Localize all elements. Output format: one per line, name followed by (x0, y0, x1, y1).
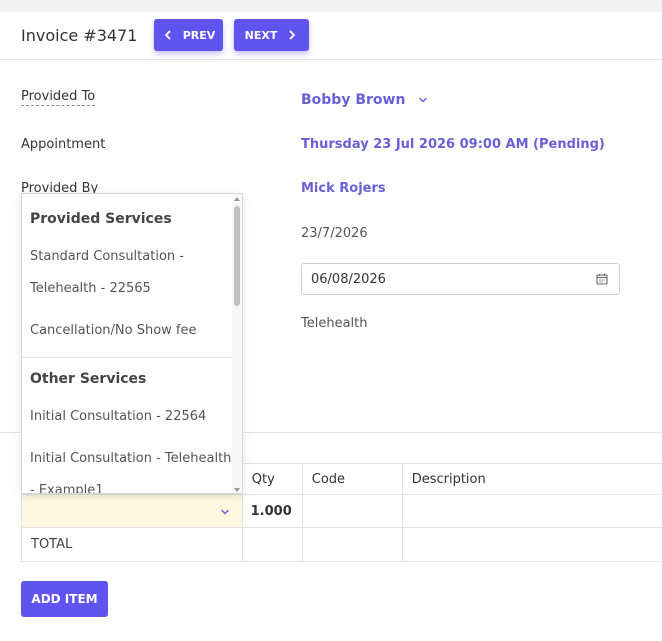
due-date-input[interactable]: 06/08/2026 (311, 272, 386, 287)
prev-button-label: PREV (182, 28, 216, 42)
service-dropdown-menu: Provided Services Standard Consultation … (21, 193, 243, 494)
dropdown-option[interactable]: Standard Consultation - (30, 249, 184, 264)
provided-to-select[interactable]: Bobby Brown (301, 92, 428, 108)
invoice-header: Invoice #3471 PREV NEXT (0, 12, 662, 60)
dropdown-scrollbar[interactable] (232, 194, 242, 493)
column-header-qty: Qty (241, 463, 303, 495)
provided-to-value: Bobby Brown (301, 92, 406, 108)
chevron-right-icon (289, 30, 296, 40)
dropdown-group-header: Other Services (30, 371, 147, 387)
chevron-down-icon[interactable] (220, 507, 230, 517)
invoice-title: Invoice #3471 (21, 26, 138, 45)
next-button[interactable]: NEXT (234, 19, 309, 51)
location-value: Telehealth (301, 316, 368, 331)
dropdown-option[interactable]: Initial Consultation - 22564 (30, 409, 206, 424)
qty-cell[interactable]: 1.000 (241, 494, 303, 528)
column-header-description: Description (401, 463, 662, 495)
scroll-up-icon[interactable] (234, 197, 240, 201)
add-item-button[interactable]: ADD ITEM (21, 581, 108, 617)
dropdown-scroll-thumb[interactable] (234, 206, 240, 306)
total-code-cell (301, 527, 403, 562)
dropdown-separator (22, 357, 233, 358)
dropdown-option[interactable]: - Example1 (30, 483, 104, 493)
dropdown-option[interactable]: Initial Consultation - Telehealth (30, 451, 231, 466)
chevron-down-icon (419, 97, 428, 103)
total-label: TOTAL (21, 527, 243, 562)
scroll-down-icon[interactable] (234, 488, 240, 492)
total-row: TOTAL (21, 527, 662, 562)
description-cell[interactable] (401, 494, 662, 528)
provided-by-link[interactable]: Mick Rojers (301, 181, 386, 196)
appointment-link[interactable]: Thursday 23 Jul 2026 09:00 AM (Pending) (301, 137, 605, 152)
total-qty-cell (241, 527, 303, 562)
column-header-code: Code (301, 463, 403, 495)
invoice-card: Invoice #3471 PREV NEXT Provided To Bobb… (0, 12, 662, 641)
due-date-field[interactable]: 06/08/2026 (301, 263, 620, 295)
calendar-icon[interactable] (596, 273, 608, 285)
next-button-label: NEXT (244, 28, 278, 42)
chevron-left-icon (164, 30, 171, 40)
table-row: 1.000 (21, 494, 662, 528)
appointment-label: Appointment (21, 137, 106, 152)
dropdown-group-header: Provided Services (30, 211, 172, 227)
provided-to-label: Provided To (21, 89, 96, 106)
item-select[interactable] (21, 494, 243, 528)
code-cell[interactable] (301, 494, 403, 528)
prev-button[interactable]: PREV (154, 19, 223, 51)
dropdown-option[interactable]: Telehealth - 22565 (30, 281, 151, 296)
issue-date-value: 23/7/2026 (301, 226, 368, 241)
dropdown-option[interactable]: Cancellation/No Show fee (30, 323, 197, 338)
total-description-cell (401, 527, 662, 562)
